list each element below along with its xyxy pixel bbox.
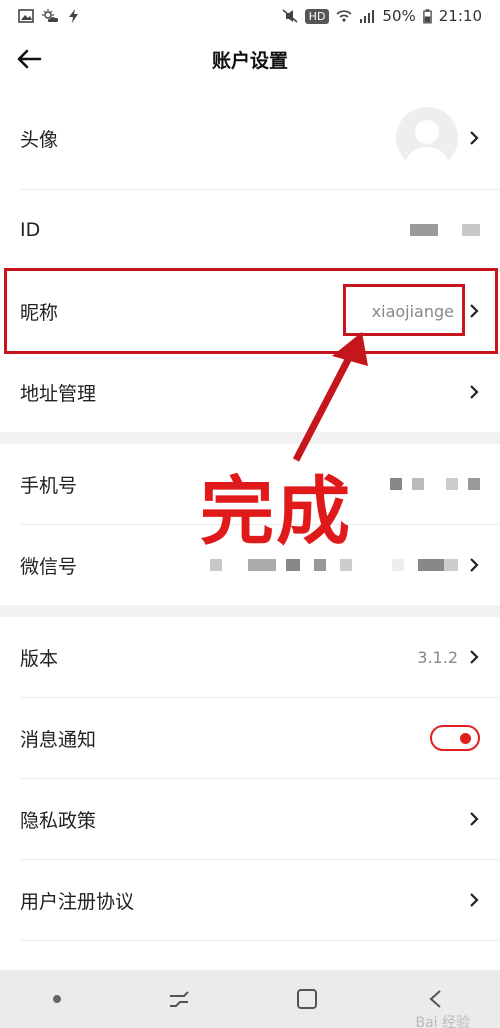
page-header: 账户设置 (0, 32, 500, 86)
battery-icon (423, 8, 432, 23)
chevron-right-icon (470, 131, 479, 145)
avatar (396, 107, 458, 169)
signal-icon (360, 10, 375, 23)
weather-icon (42, 9, 58, 22)
redacted-wechat-value (210, 559, 458, 571)
avatar-row[interactable]: 头像 (0, 90, 500, 186)
address-label: 地址管理 (20, 382, 97, 405)
version-row[interactable]: 版本 3.1.2 (0, 617, 500, 697)
page-title: 账户设置 (211, 49, 288, 72)
annotation-label: 完成 (200, 469, 352, 555)
notifications-toggle[interactable] (430, 725, 480, 751)
phone-label: 手机号 (20, 474, 78, 497)
chevron-right-icon (470, 650, 479, 664)
notifications-label: 消息通知 (20, 728, 97, 751)
chevron-right-icon (470, 558, 479, 572)
redacted-phone-value (390, 478, 480, 490)
id-row: ID (0, 190, 500, 270)
id-label: ID (20, 219, 41, 241)
notifications-row: 消息通知 (0, 698, 500, 778)
version-value: 3.1.2 (417, 647, 458, 667)
flash-icon (69, 9, 78, 23)
user-agreement-row[interactable]: 用户注册协议 (0, 860, 500, 940)
toggle-knob (460, 733, 471, 744)
section-separator (0, 605, 500, 617)
avatar-label: 头像 (20, 128, 59, 151)
home-icon[interactable] (296, 988, 318, 1010)
chevron-right-icon (470, 385, 479, 399)
section-separator (0, 432, 500, 444)
image-icon (18, 9, 34, 23)
wifi-icon (336, 10, 352, 22)
version-label: 版本 (20, 647, 59, 670)
divider (20, 940, 500, 941)
address-management-row[interactable]: 地址管理 (0, 352, 500, 432)
chevron-right-icon (470, 812, 479, 826)
default-avatar-icon (404, 120, 450, 169)
mute-icon (282, 9, 298, 23)
clock: 21:10 (438, 7, 482, 25)
annotation-value-box (343, 284, 465, 336)
back-nav-icon[interactable] (425, 988, 447, 1010)
privacy-label: 隐私政策 (20, 809, 97, 832)
battery-level: 50% (382, 7, 416, 25)
hd-badge: HD (304, 8, 330, 24)
chevron-right-icon (470, 893, 479, 907)
watermark: Bai 经验 (415, 1015, 470, 1028)
back-arrow-icon[interactable] (14, 44, 44, 74)
redacted-id-value (410, 224, 480, 236)
agreement-label: 用户注册协议 (20, 890, 135, 913)
nav-dot-icon[interactable] (53, 995, 62, 1003)
privacy-policy-row[interactable]: 隐私政策 (0, 779, 500, 859)
wechat-label: 微信号 (20, 555, 78, 578)
recents-icon[interactable] (168, 990, 190, 1008)
status-bar: HD 50% 21:10 (0, 0, 500, 32)
